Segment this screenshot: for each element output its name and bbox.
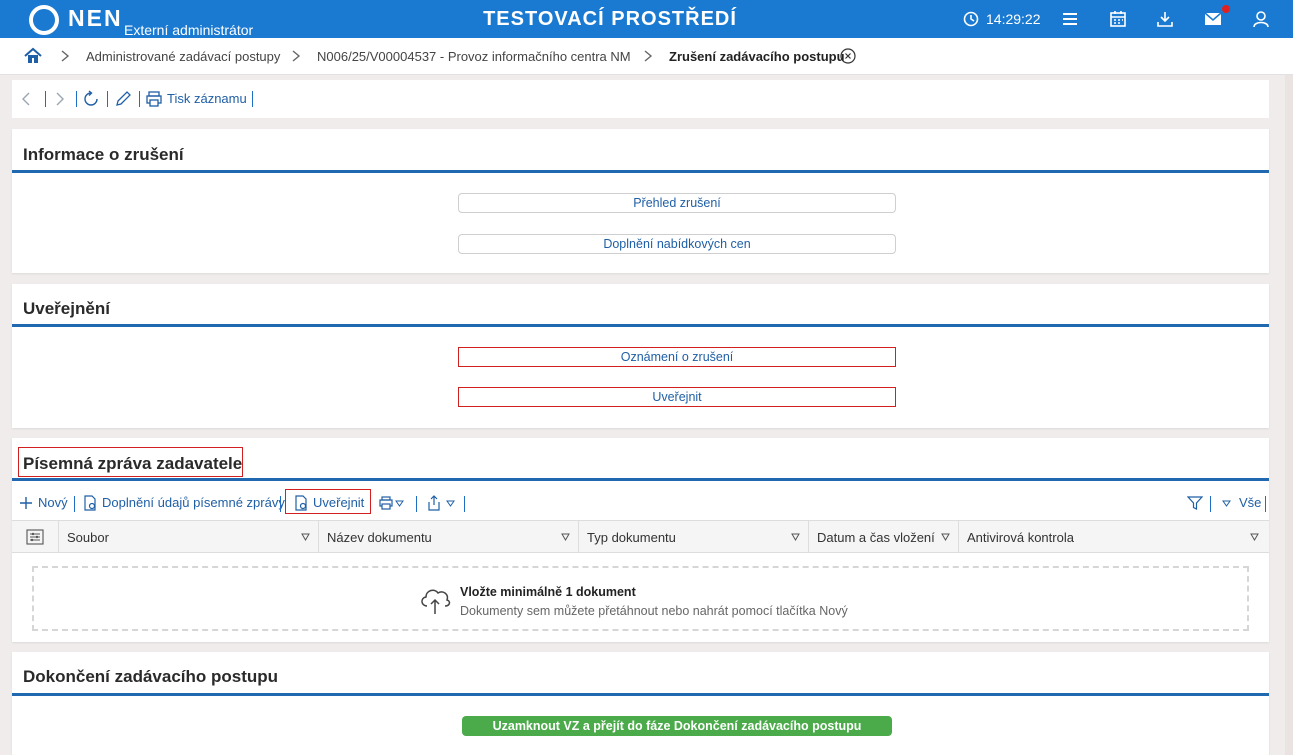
- section-divider: [12, 170, 1269, 173]
- column-label: Soubor: [67, 530, 109, 545]
- breadcrumb-item-current: Zrušení zadávacího postupu: [669, 49, 845, 64]
- breadcrumb-item-procedures[interactable]: Administrované zadávací postupy: [86, 49, 280, 64]
- procedure-completion-panel: Dokončení zadávacího postupu Uzamknout V…: [12, 652, 1269, 755]
- document-settings-icon[interactable]: [82, 495, 98, 511]
- toolbar-divider: [416, 496, 417, 512]
- caret-down-icon[interactable]: [395, 495, 404, 511]
- toolbar-divider: [252, 91, 253, 107]
- mail-icon[interactable]: [1203, 9, 1223, 29]
- refresh-icon[interactable]: [82, 90, 100, 108]
- calendar-icon[interactable]: [1108, 9, 1128, 29]
- section-title: Uveřejnění: [23, 299, 110, 318]
- close-icon[interactable]: [840, 48, 856, 64]
- column-label: Datum a čas vložení: [817, 530, 935, 545]
- column-label: Název dokumentu: [327, 530, 432, 545]
- chevron-right-icon: [61, 50, 70, 62]
- toolbar-divider: [1265, 496, 1266, 512]
- notification-badge: [1222, 5, 1230, 13]
- document-drop-zone[interactable]: Vložte minimálně 1 dokument Dokumenty se…: [32, 566, 1249, 631]
- sort-caret-icon[interactable]: [941, 533, 950, 541]
- breadcrumb-item-procedure[interactable]: N006/25/V00004537 - Provoz informačního …: [317, 49, 631, 64]
- section-divider: [12, 693, 1269, 696]
- column-header-antivirus[interactable]: Antivirová kontrola: [959, 521, 1269, 552]
- toolbar-divider: [74, 496, 75, 512]
- column-header-document-name[interactable]: Název dokumentu: [319, 521, 579, 552]
- toolbar-divider: [107, 91, 108, 107]
- column-label: Antivirová kontrola: [967, 530, 1074, 545]
- print-record-button[interactable]: Tisk záznamu: [167, 91, 247, 106]
- lock-and-complete-button[interactable]: Uzamknout VZ a přejít do fáze Dokončení …: [462, 716, 892, 736]
- filter-all-select[interactable]: Vše: [1239, 495, 1261, 510]
- download-icon[interactable]: [1155, 9, 1175, 29]
- section-title: Písemná zpráva zadavatele: [23, 454, 243, 473]
- scroll-gutter: [1285, 75, 1293, 755]
- section-title: Dokončení zadávacího postupu: [23, 667, 279, 686]
- drop-zone-title: Vložte minimálně 1 dokument: [460, 585, 636, 599]
- sort-caret-icon[interactable]: [301, 533, 310, 541]
- column-settings-icon[interactable]: [26, 529, 44, 545]
- cancellation-info-panel: Informace o zrušení Přehled zrušení Dopl…: [12, 129, 1269, 273]
- user-icon[interactable]: [1251, 9, 1271, 29]
- filter-icon[interactable]: [1187, 495, 1203, 511]
- supplement-report-button[interactable]: Doplnění údajů písemné zprávy: [102, 495, 285, 510]
- sort-caret-icon[interactable]: [1250, 533, 1259, 541]
- report-publish-button[interactable]: Uveřejnit: [313, 495, 364, 510]
- publication-panel: Uveřejnění Oznámení o zrušení Uveřejnit: [12, 284, 1269, 428]
- drop-zone-hint: Dokumenty sem můžete přetáhnout nebo nah…: [460, 604, 848, 618]
- column-header-inserted-at[interactable]: Datum a čas vložení: [809, 521, 959, 552]
- cloud-upload-icon: [421, 589, 451, 614]
- edit-icon[interactable]: [114, 90, 132, 108]
- column-header-file[interactable]: Soubor: [59, 521, 319, 552]
- new-document-button[interactable]: Nový: [38, 495, 68, 510]
- clock-icon: [963, 11, 979, 27]
- bid-prices-supplement-button[interactable]: Doplnění nabídkových cen: [458, 234, 896, 254]
- caret-down-icon[interactable]: [1222, 495, 1231, 511]
- chevron-right-icon: [292, 50, 301, 62]
- column-label: Typ dokumentu: [587, 530, 676, 545]
- chevron-right-icon: [644, 50, 653, 62]
- documents-table-header: Soubor Název dokumentu Typ dokumentu Dat…: [12, 520, 1269, 553]
- toolbar-divider: [76, 91, 77, 107]
- print-icon[interactable]: [145, 90, 163, 108]
- toolbar-divider: [280, 496, 281, 512]
- record-toolbar: Tisk záznamu: [12, 80, 1269, 118]
- sort-caret-icon[interactable]: [561, 533, 570, 541]
- home-icon[interactable]: [24, 47, 42, 65]
- section-divider: [12, 324, 1269, 327]
- toolbar-divider: [464, 496, 465, 512]
- section-divider: [12, 478, 1269, 481]
- plus-icon[interactable]: [18, 495, 34, 511]
- toolbar-divider: [45, 91, 46, 107]
- toolbar-divider: [1210, 496, 1211, 512]
- sort-caret-icon[interactable]: [791, 533, 800, 541]
- menu-icon[interactable]: [1060, 9, 1080, 29]
- export-icon[interactable]: [426, 495, 442, 511]
- toolbar-divider: [139, 91, 140, 107]
- print-icon[interactable]: [378, 495, 394, 511]
- cancellation-overview-button[interactable]: Přehled zrušení: [458, 193, 896, 213]
- cancellation-notice-button[interactable]: Oznámení o zrušení: [458, 347, 896, 367]
- publish-button[interactable]: Uveřejnit: [458, 387, 896, 407]
- document-settings-icon[interactable]: [293, 495, 309, 511]
- back-icon[interactable]: [18, 90, 36, 108]
- column-settings-cell[interactable]: [12, 521, 59, 552]
- caret-down-icon[interactable]: [446, 495, 455, 511]
- documents-toolbar: Nový Doplnění údajů písemné zprávy Uveře…: [12, 486, 1269, 520]
- column-header-document-type[interactable]: Typ dokumentu: [579, 521, 809, 552]
- section-title: Informace o zrušení: [23, 145, 184, 164]
- breadcrumb: Administrované zadávací postupy N006/25/…: [0, 38, 1293, 75]
- top-bar: NEN Externí administrátor TESTOVACÍ PROS…: [0, 0, 1293, 38]
- contracting-report-panel: Písemná zpráva zadavatele Nový Doplnění …: [12, 438, 1269, 642]
- forward-icon[interactable]: [50, 90, 68, 108]
- session-time: 14:29:22: [986, 11, 1041, 27]
